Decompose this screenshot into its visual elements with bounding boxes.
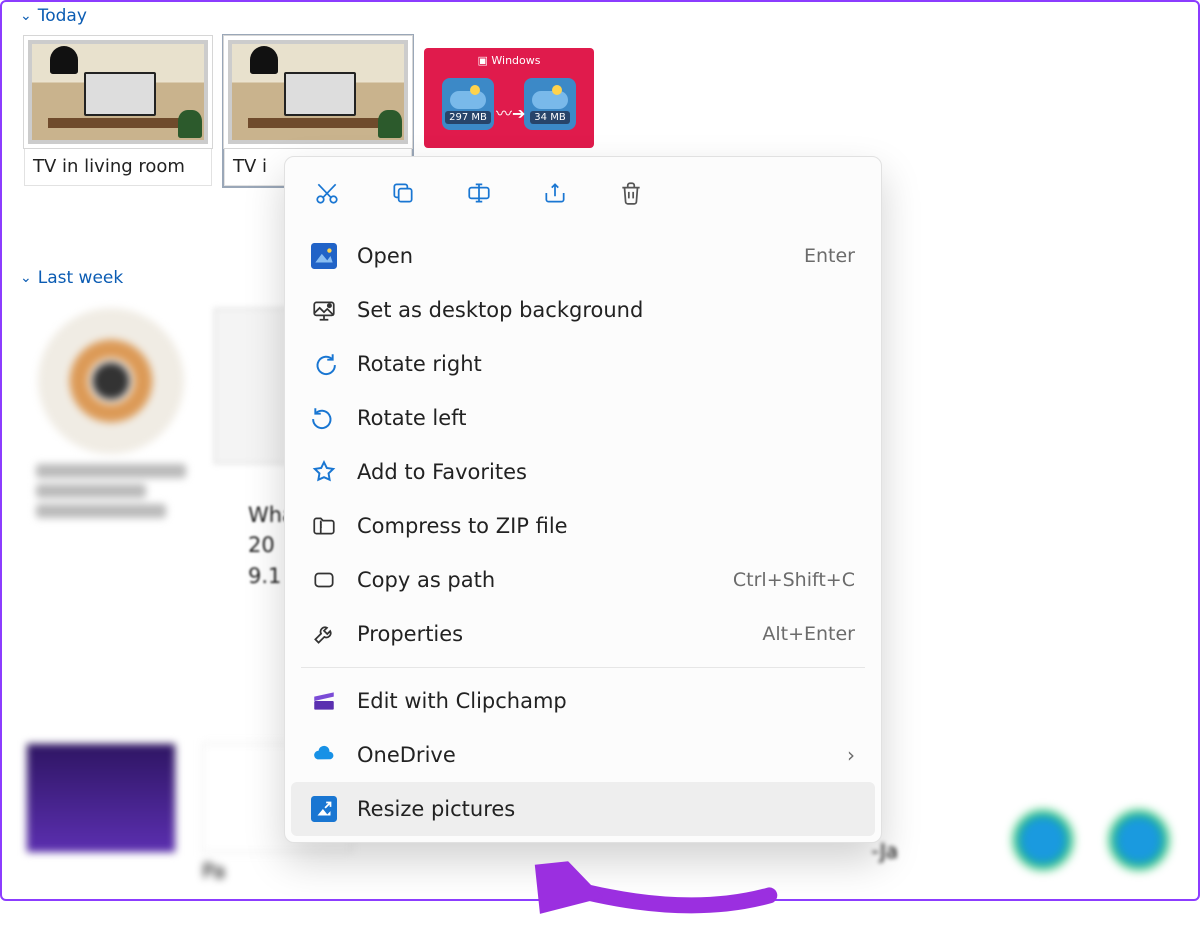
file-caption: Pa — [202, 859, 352, 883]
context-toolbar — [291, 167, 875, 229]
menu-label: Compress to ZIP file — [357, 514, 855, 538]
menu-item-add-to-favorites[interactable]: Add to Favorites — [291, 445, 875, 499]
chevron-down-icon: ⌄ — [20, 270, 32, 286]
menu-shortcut: Enter — [804, 245, 855, 267]
rotate-right-icon — [311, 351, 337, 377]
group-label: Today — [38, 6, 87, 26]
thumbnail: ▣ Windows 297 MB 34 MB 〰➔ — [424, 48, 594, 148]
thumbnail — [224, 36, 412, 148]
menu-item-resize-pictures[interactable]: Resize pictures — [291, 782, 875, 836]
menu-item-open[interactable]: Open Enter — [291, 229, 875, 283]
group-label: Last week — [38, 268, 123, 288]
menu-label: Edit with Clipchamp — [357, 689, 855, 713]
rename-icon[interactable] — [459, 173, 499, 213]
rotate-left-icon — [311, 405, 337, 431]
file-tile-tv1[interactable]: TV in living room — [24, 36, 212, 186]
thumbnail — [38, 308, 184, 454]
menu-label: Add to Favorites — [357, 460, 855, 484]
menu-shortcut: Ctrl+Shift+C — [733, 569, 855, 591]
star-icon — [311, 459, 337, 485]
edge-icon — [1008, 805, 1078, 875]
menu-label: OneDrive — [357, 743, 827, 767]
menu-item-properties[interactable]: Properties Alt+Enter — [291, 607, 875, 661]
menu-label: Properties — [357, 622, 742, 646]
delete-icon[interactable] — [611, 173, 651, 213]
menu-label: Resize pictures — [357, 797, 855, 821]
photo-app-icon — [311, 243, 337, 269]
clipchamp-icon — [311, 688, 337, 714]
file-tile-blurred[interactable] — [26, 743, 176, 883]
copy-icon[interactable] — [383, 173, 423, 213]
edge-icon — [1104, 805, 1174, 875]
menu-separator — [301, 667, 865, 668]
file-caption: TV in living room — [24, 148, 212, 186]
menu-label: Set as desktop background — [357, 298, 855, 322]
date-fragment: -Ja — [872, 839, 898, 863]
file-tile-blurred[interactable] — [36, 308, 186, 518]
chevron-right-icon: › — [847, 743, 855, 767]
menu-item-edit-clipchamp[interactable]: Edit with Clipchamp — [291, 674, 875, 728]
size-badge: 297 MB — [445, 111, 491, 124]
menu-item-rotate-left[interactable]: Rotate left — [291, 391, 875, 445]
thumbnail — [24, 36, 212, 148]
chevron-down-icon: ⌄ — [20, 8, 32, 24]
menu-item-rotate-right[interactable]: Rotate right — [291, 337, 875, 391]
menu-label: Rotate left — [357, 406, 855, 430]
menu-item-onedrive[interactable]: OneDrive › — [291, 728, 875, 782]
share-icon[interactable] — [535, 173, 575, 213]
context-menu: Open Enter Set as desktop background Rot… — [284, 156, 882, 843]
menu-label: Copy as path — [357, 568, 713, 592]
copy-path-icon — [311, 567, 337, 593]
size-badge: 34 MB — [530, 111, 569, 124]
resize-pictures-icon — [311, 796, 337, 822]
cut-icon[interactable] — [307, 173, 347, 213]
menu-item-compress-zip[interactable]: Compress to ZIP file — [291, 499, 875, 553]
menu-item-copy-as-path[interactable]: Copy as path Ctrl+Shift+C — [291, 553, 875, 607]
desktop-background-icon — [311, 297, 337, 323]
poster-title: ▣ Windows — [424, 48, 594, 67]
wrench-icon — [311, 621, 337, 647]
onedrive-icon — [311, 742, 337, 768]
menu-label: Open — [357, 244, 784, 268]
menu-item-set-desktop-background[interactable]: Set as desktop background — [291, 283, 875, 337]
menu-label: Rotate right — [357, 352, 855, 376]
annotation-arrow — [535, 840, 781, 938]
group-header-today[interactable]: ⌄ Today — [2, 2, 1198, 36]
menu-shortcut: Alt+Enter — [762, 623, 855, 645]
zip-folder-icon — [311, 513, 337, 539]
